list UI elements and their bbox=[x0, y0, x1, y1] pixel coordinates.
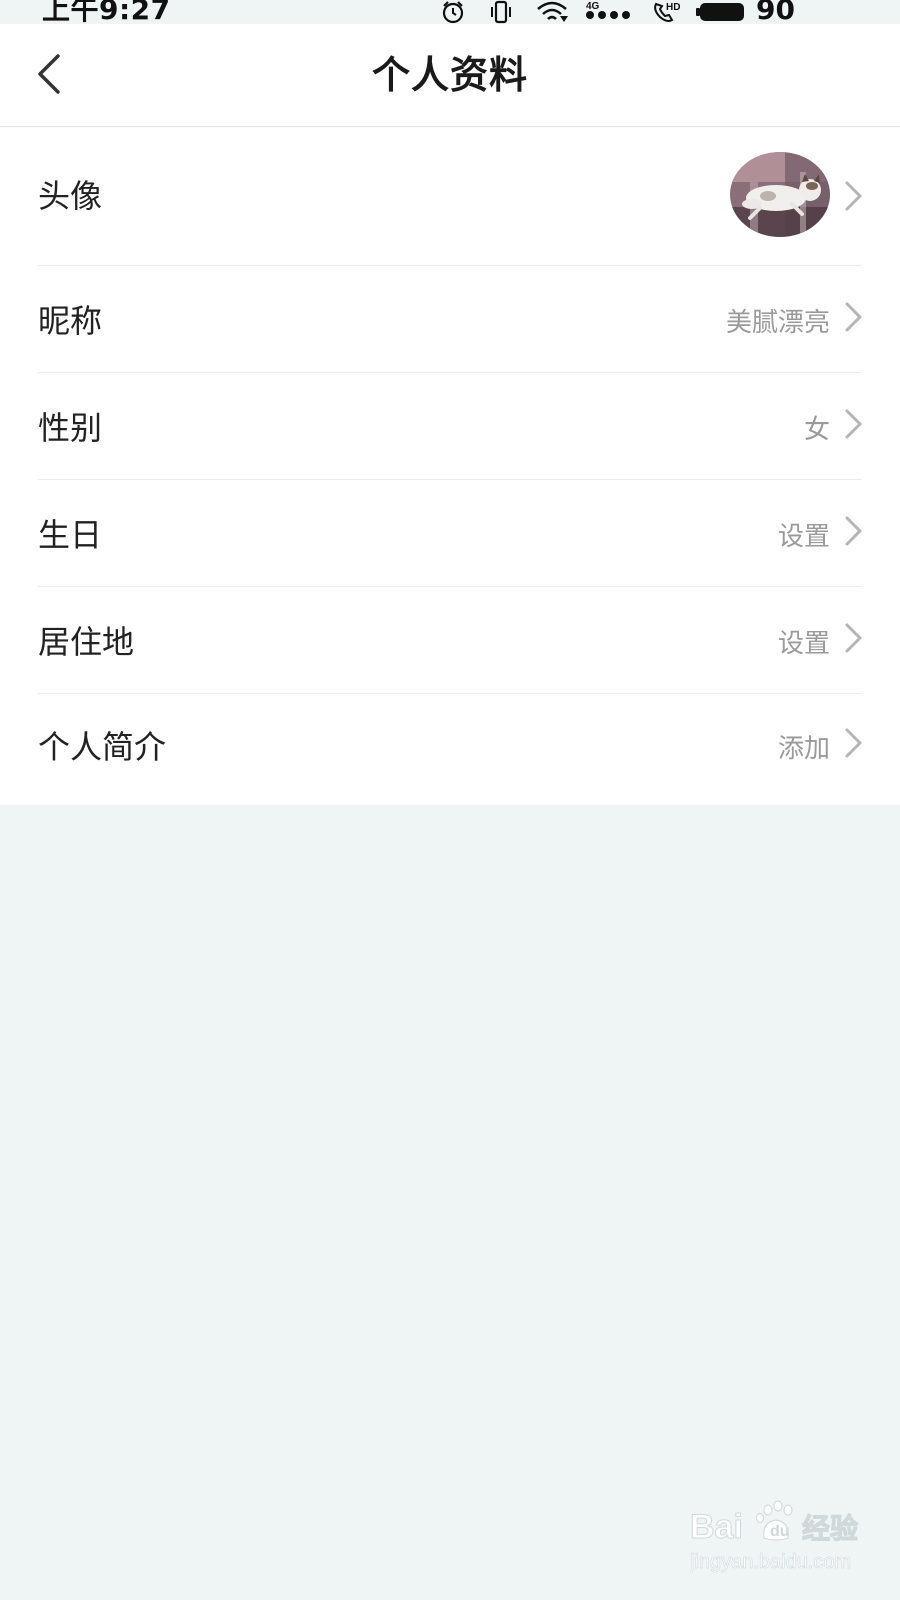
alarm-icon bbox=[442, 1, 464, 24]
row-value-residence: 设置 bbox=[777, 629, 830, 659]
chevron-right-icon bbox=[845, 181, 862, 211]
page-title: 个人资料 bbox=[371, 53, 528, 97]
row-residence[interactable]: 居住地 设置 bbox=[0, 587, 900, 694]
row-value-gender: 女 bbox=[803, 415, 830, 445]
svg-text:Bai: Bai bbox=[690, 1508, 743, 1546]
hd-label: HD bbox=[666, 2, 680, 13]
baidu-jingyan-watermark: Bai du 经验 jingyan.baidu.com bbox=[690, 1500, 859, 1573]
row-gender[interactable]: 性别 女 bbox=[0, 373, 900, 480]
svg-text:经验: 经验 bbox=[802, 1512, 858, 1545]
hd-call-icon: HD bbox=[654, 2, 680, 22]
row-value-birthday: 设置 bbox=[777, 522, 830, 552]
row-label-gender: 性别 bbox=[38, 409, 103, 447]
chevron-right-icon bbox=[845, 728, 862, 758]
row-label-residence: 居住地 bbox=[38, 623, 135, 661]
wifi-icon bbox=[537, 1, 568, 22]
row-birthday[interactable]: 生日 设置 bbox=[0, 480, 900, 587]
row-value-nickname: 美腻漂亮 bbox=[725, 308, 830, 338]
row-value-bio: 添加 bbox=[777, 734, 830, 764]
row-label-birthday: 生日 bbox=[38, 516, 103, 554]
svg-text:jingyan.baidu.com: jingyan.baidu.com bbox=[690, 1551, 851, 1573]
row-nickname[interactable]: 昵称 美腻漂亮 bbox=[0, 266, 900, 373]
svg-text:du: du bbox=[770, 1523, 790, 1540]
chevron-right-icon bbox=[845, 623, 862, 653]
header: 个人资料 bbox=[0, 24, 900, 127]
chevron-right-icon bbox=[845, 516, 862, 546]
signal-icon: 4G bbox=[586, 1, 630, 19]
row-label-nickname: 昵称 bbox=[38, 302, 103, 340]
battery-icon bbox=[696, 3, 744, 21]
avatar bbox=[730, 152, 830, 237]
row-label-bio: 个人简介 bbox=[38, 728, 167, 766]
row-avatar[interactable]: 头像 bbox=[0, 127, 900, 266]
vibrate-icon bbox=[491, 0, 511, 24]
row-label-avatar: 头像 bbox=[38, 177, 103, 215]
network-label: 4G bbox=[586, 1, 600, 12]
chevron-right-icon bbox=[845, 302, 862, 332]
profile-list: 头像 昵称 美腻漂亮 性别 女 生日 设置 居住地 设置 个人简介 添加 bbox=[0, 127, 900, 805]
row-bio[interactable]: 个人简介 添加 bbox=[0, 694, 900, 805]
chevron-right-icon bbox=[845, 409, 862, 439]
status-bar: 上午9:27 4G HD 90 bbox=[0, 0, 900, 26]
